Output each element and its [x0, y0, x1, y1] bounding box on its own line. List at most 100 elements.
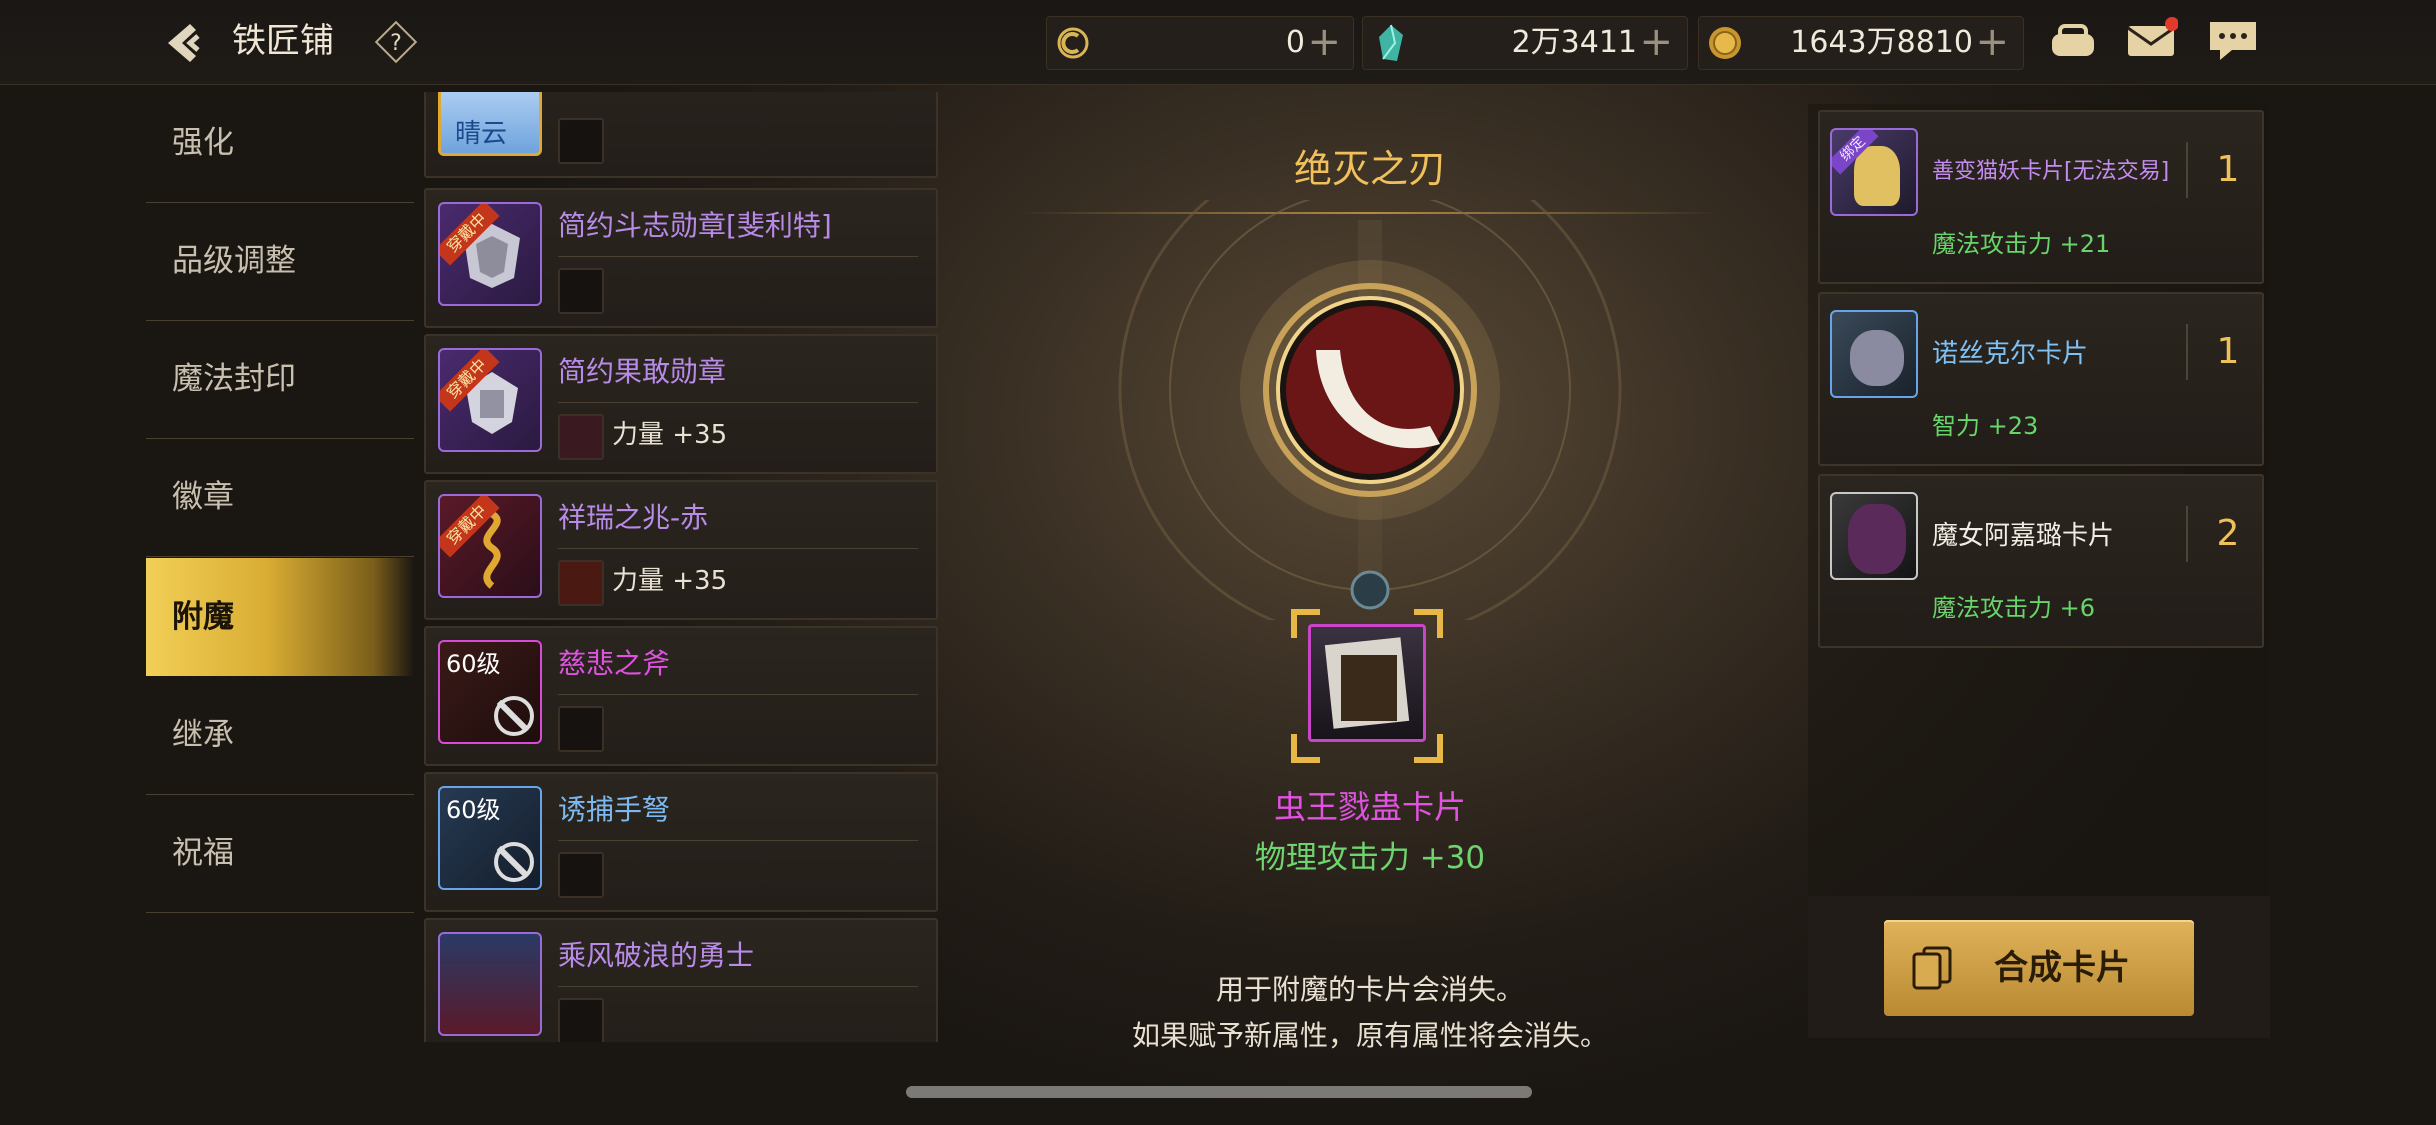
compose-button-label: 合成卡片	[1994, 948, 2130, 988]
crossbow-thumb: 60级	[438, 786, 542, 890]
equipment-name: 诱捕手弩	[558, 793, 671, 826]
thumb-label: 晴云	[455, 119, 508, 149]
enchant-card-icon	[558, 414, 604, 460]
card-item[interactable]: 绑定 善变猫妖卡片[无法交易] 1 魔法攻击力 +21	[1818, 110, 2264, 284]
currency-crystal: 2万3411 +	[1362, 16, 1688, 70]
home-indicator[interactable]	[906, 1086, 1532, 1098]
card-slot	[558, 268, 604, 314]
equipment-name: 简约果敢勋章	[558, 355, 727, 388]
nav-label: 强化	[172, 125, 234, 161]
token-c-icon	[1057, 27, 1089, 59]
card-slot	[558, 852, 604, 898]
equipment-name: 慈悲之斧	[558, 647, 671, 680]
nav-label: 祝福	[172, 835, 234, 871]
bag-icon[interactable]	[2046, 16, 2100, 66]
goblin-face-icon	[1850, 330, 1904, 386]
nav-label: 继承	[172, 717, 234, 753]
currency-gold-value: 1643万8810	[1790, 25, 1973, 60]
card-portrait	[1830, 310, 1918, 398]
divider	[558, 840, 918, 841]
card-name: 善变猫妖卡片[无法交易]	[1932, 159, 2170, 184]
nav-inherit[interactable]: 继承	[146, 676, 414, 795]
cards-stack-icon	[1912, 946, 1952, 990]
unavailable-icon	[494, 842, 534, 882]
equipment-stat: 力量 +35	[612, 420, 728, 450]
equipment-item[interactable]: 60级 诱捕手弩	[424, 772, 938, 912]
nav-grade-adjust[interactable]: 品级调整	[146, 202, 414, 321]
enchant-card-icon	[558, 560, 604, 606]
card-stat: 魔法攻击力 +21	[1932, 230, 2111, 258]
nav-label: 徽章	[172, 479, 234, 515]
card-slot-frame[interactable]	[1290, 608, 1444, 764]
card-count: 2	[2216, 513, 2240, 554]
avatar-thumb	[438, 932, 542, 1036]
equipment-stat: 力量 +35	[612, 566, 728, 596]
nav-blessing[interactable]: 祝福	[146, 794, 414, 913]
equipment-thumb: 晴云	[438, 92, 542, 156]
card-slot	[558, 998, 604, 1042]
equipment-item[interactable]: 穿戴中 简约果敢勋章 力量 +35	[424, 334, 938, 474]
back-arrow-icon[interactable]	[160, 18, 210, 68]
help-icon[interactable]: ?	[374, 20, 418, 64]
separator	[2186, 506, 2188, 562]
equipment-item[interactable]: 晴云	[424, 92, 938, 178]
divider	[558, 256, 918, 257]
separator	[2186, 142, 2188, 198]
notice-line-1: 用于附魔的卡片会消失。	[1215, 973, 1524, 1006]
card-portrait: 绑定	[1830, 128, 1918, 216]
card-stat: 智力 +23	[1932, 412, 2039, 440]
nav-label: 附魔	[172, 599, 234, 635]
add-token-button[interactable]: +	[1307, 17, 1341, 67]
selected-card-stat: 物理攻击力 +30	[1254, 840, 1486, 876]
equipment-name: 乘风破浪的勇士	[558, 939, 755, 972]
currency-crystal-value: 2万3411	[1511, 25, 1637, 60]
card-stat: 魔法攻击力 +6	[1932, 594, 2096, 622]
level-label: 60级	[446, 650, 501, 678]
nav-enhance[interactable]: 强化	[146, 84, 414, 203]
notice-line-2: 如果赋予新属性，原有属性将会消失。	[1131, 1019, 1608, 1052]
currency-token: 0 +	[1046, 16, 1354, 70]
level-label: 60级	[446, 796, 501, 824]
compose-card-button[interactable]: 合成卡片	[1884, 920, 2194, 1016]
axe-thumb: 60级	[438, 640, 542, 744]
card-name: 诺丝克尔卡片	[1932, 339, 2089, 369]
cat-demon-icon	[1854, 146, 1900, 206]
divider	[558, 548, 918, 549]
nav-emblem[interactable]: 徽章	[146, 438, 414, 557]
medal-thumb: 穿戴中	[438, 348, 542, 452]
equipment-item[interactable]: 穿戴中 祥瑞之兆-赤 力量 +35	[424, 480, 938, 620]
page-title: 铁匠铺	[232, 21, 334, 61]
equipment-name: 简约斗志勋章[斐利特]	[558, 209, 832, 242]
equipment-list[interactable]: 晴云 穿戴中 简约斗志勋章[斐利特] 穿戴中 简约果敢勋章 力量 +35 穿戴中…	[424, 92, 938, 1042]
divider	[558, 986, 918, 987]
add-crystal-button[interactable]: +	[1639, 17, 1673, 67]
card-portrait	[1830, 492, 1918, 580]
divider	[558, 402, 918, 403]
mail-icon[interactable]	[2124, 16, 2178, 66]
card-slot	[558, 706, 604, 752]
equipment-item[interactable]: 穿戴中 简约斗志勋章[斐利特]	[424, 188, 938, 328]
card-item[interactable]: 魔女阿嘉璐卡片 2 魔法攻击力 +6	[1818, 474, 2264, 648]
chat-icon[interactable]	[2206, 16, 2260, 66]
equipment-name: 祥瑞之兆-赤	[558, 501, 709, 534]
crystal-icon	[1379, 24, 1403, 61]
svg-text:?: ?	[390, 31, 402, 56]
selected-card-name: 虫王戮蛊卡片	[1273, 788, 1466, 826]
currency-gold: 1643万8810 +	[1698, 16, 2024, 70]
gold-coin-icon	[1709, 27, 1741, 59]
equipment-item[interactable]: 乘风破浪的勇士	[424, 918, 938, 1042]
add-gold-button[interactable]: +	[1975, 17, 2009, 67]
unavailable-icon	[494, 696, 534, 736]
card-slot	[558, 118, 604, 164]
card-name: 魔女阿嘉璐卡片	[1932, 521, 2115, 551]
nav-label: 品级调整	[172, 243, 296, 279]
nav-label: 魔法封印	[172, 361, 296, 397]
separator	[2186, 324, 2188, 380]
equipment-item[interactable]: 60级 慈悲之斧	[424, 626, 938, 766]
card-item[interactable]: 诺丝克尔卡片 1 智力 +23	[1818, 292, 2264, 466]
medal-thumb: 穿戴中	[438, 202, 542, 306]
currency-token-value: 0	[1285, 25, 1305, 60]
nav-magic-seal[interactable]: 魔法封印	[146, 320, 414, 439]
card-count: 1	[2216, 149, 2240, 190]
nav-enchant[interactable]: 附魔	[146, 558, 414, 676]
